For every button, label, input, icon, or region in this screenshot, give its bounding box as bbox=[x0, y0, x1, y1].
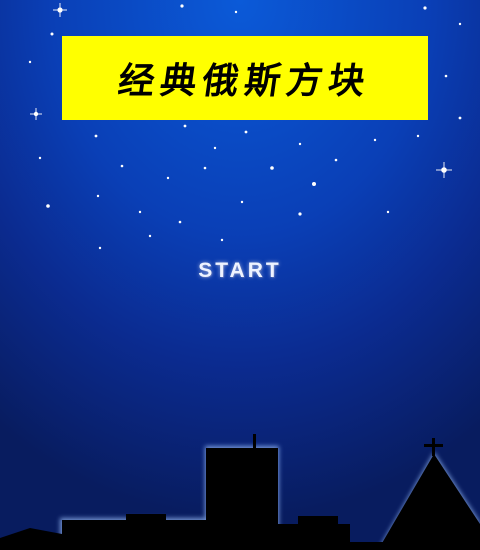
church-roof bbox=[378, 454, 480, 550]
tower-antenna bbox=[253, 434, 256, 450]
building-tower bbox=[206, 448, 278, 550]
building-left-roof bbox=[126, 514, 166, 522]
building-right-mid bbox=[298, 516, 338, 526]
game-screen: 经典俄斯方块 START bbox=[0, 0, 480, 550]
ground bbox=[0, 542, 480, 550]
church-cross-horizontal bbox=[424, 444, 443, 447]
city-skyline bbox=[0, 434, 480, 550]
